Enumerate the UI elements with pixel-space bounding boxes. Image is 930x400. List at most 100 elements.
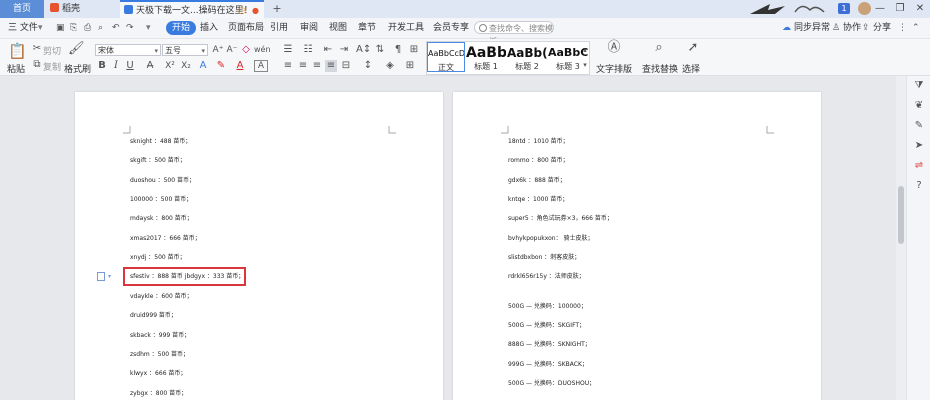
find-replace-button[interactable]: 查找替换 (642, 62, 678, 75)
print-icon[interactable]: ⎙ (84, 21, 91, 35)
clear-format-icon[interactable]: ◇ (240, 44, 252, 56)
numbered-list-icon[interactable]: ☷ (302, 44, 314, 56)
line-spacing-icon[interactable]: ↕ (362, 60, 374, 72)
menu-references[interactable]: 引用 (270, 21, 288, 35)
cut-button[interactable]: 剪切 (43, 44, 61, 57)
style-scroll-up-icon[interactable]: ▴ (582, 44, 588, 56)
align-right-icon[interactable]: ≡ (311, 60, 323, 72)
format-painter-button[interactable]: 格式刷 (64, 62, 91, 75)
paragraph-handle-icon[interactable] (97, 272, 105, 281)
file-menu-arrow-icon[interactable]: ▾ (38, 21, 43, 35)
style-normal[interactable]: AaBbCcDd 正文 (427, 42, 465, 72)
sort-icon[interactable]: ⇅ (374, 44, 386, 56)
outdent-icon[interactable]: ⇤ (322, 44, 334, 56)
justify-icon[interactable]: ≡ (325, 60, 337, 72)
save-icon[interactable]: ▣ (56, 21, 65, 35)
share-icon: ⇪ (862, 23, 870, 33)
paste-icon[interactable]: 📋 (8, 43, 27, 59)
tab-home[interactable]: 首页 (0, 0, 44, 18)
export-pdf-icon[interactable]: ⎘ (70, 21, 77, 35)
borders-icon[interactable]: ⊞ (404, 60, 416, 72)
style-heading-2[interactable]: AaBb(标题 2 (507, 42, 547, 72)
text-effect-icon[interactable]: A (196, 60, 210, 72)
font-size-select[interactable]: 五号 ▾ (162, 44, 208, 56)
collab-button[interactable]: 协作 (843, 21, 861, 35)
style-pane-icon[interactable]: ❦ (913, 100, 925, 112)
menu-insert[interactable]: 插入 (200, 21, 218, 35)
font-color-icon[interactable]: A (234, 60, 246, 72)
paste-button[interactable]: 粘贴 (7, 62, 25, 75)
superscript-icon[interactable]: X² (164, 60, 176, 72)
style-more-icon[interactable]: ▾ (582, 59, 588, 71)
search-input[interactable]: 查找命令、搜索模板 (474, 21, 554, 46)
shrink-font-icon[interactable]: A⁻ (226, 44, 238, 56)
distributed-align-icon[interactable]: ⊟ (340, 60, 352, 72)
quick-access-arrow-icon[interactable]: ▾ (146, 21, 151, 35)
bold-icon[interactable]: B (97, 60, 107, 72)
doc-line-left: mdaysk ：800 苗币； (130, 215, 193, 222)
menu-page-layout[interactable]: 页面布局 (228, 21, 264, 35)
vertical-scrollbar[interactable] (896, 76, 906, 400)
text-layout-button[interactable]: 文字排版 (596, 62, 632, 75)
find-replace-icon[interactable]: ⌕ (651, 41, 667, 54)
menu-member[interactable]: 会员专享 (433, 21, 469, 35)
scrollbar-thumb[interactable] (898, 186, 904, 244)
menu-home[interactable]: 开始 (166, 21, 197, 35)
menu-developer[interactable]: 开发工具 (388, 21, 424, 35)
chinese-layout-icon[interactable]: A↕ (356, 44, 371, 56)
cut-icon[interactable]: ✂ (32, 43, 42, 55)
show-marks-icon[interactable]: ¶ (392, 44, 404, 56)
menu-review[interactable]: 审阅 (300, 21, 318, 35)
menu-view[interactable]: 视图 (329, 21, 347, 35)
help-icon[interactable]: ? (913, 180, 925, 192)
minimize-button[interactable]: — (870, 0, 890, 18)
undo-icon[interactable]: ↶ (112, 21, 120, 35)
cursor-select-icon[interactable]: ➚ (686, 41, 700, 54)
highlight-icon[interactable]: ✎ (214, 60, 228, 72)
redo-icon[interactable]: ↷ (126, 21, 134, 35)
subscript-icon[interactable]: X₂ (180, 60, 192, 72)
filter-icon[interactable]: ⧩ (913, 80, 925, 92)
paragraph-handle-arrow-icon[interactable]: ▾ (108, 273, 111, 281)
align-left-icon[interactable]: ≡ (282, 60, 294, 72)
file-menu[interactable]: 三 文件 (8, 21, 38, 35)
tab-document-label: 天极下载一文...操码在这里！ (136, 6, 253, 16)
adjust-icon[interactable]: ⇌ (913, 160, 925, 172)
style-heading-1[interactable]: AaBb 标题 1 (466, 42, 506, 72)
strikethrough-icon[interactable]: A̶ (144, 60, 156, 72)
close-button[interactable]: ✕ (910, 0, 930, 18)
copy-icon[interactable]: ⧉ (32, 59, 42, 71)
doc-line-right: slistdbxbon ：刺客皮肤； (508, 254, 581, 261)
select-button[interactable]: 选择 (682, 62, 700, 75)
more-icon[interactable]: ⋮ (898, 21, 907, 35)
grow-font-icon[interactable]: A⁺ (212, 44, 224, 56)
paragraph-marks-icon[interactable]: ⊞ (408, 44, 420, 56)
text-layout-icon[interactable]: Ⓐ (606, 41, 622, 54)
notification-badge[interactable]: 1 (838, 3, 850, 14)
pointer-icon[interactable]: ➤ (913, 140, 925, 152)
collapse-ribbon-icon[interactable]: ⌃ (912, 21, 920, 35)
maximize-button[interactable]: ❐ (890, 0, 910, 18)
print-preview-icon[interactable]: ⌕ (98, 21, 103, 35)
indent-icon[interactable]: ⇥ (338, 44, 350, 56)
font-name-select[interactable]: 宋体 ▾ (95, 44, 161, 56)
underline-icon[interactable]: U (125, 60, 135, 72)
sync-status[interactable]: 同步异常 (794, 21, 830, 35)
italic-icon[interactable]: I (111, 60, 121, 72)
tab-docer[interactable]: 稻壳 (46, 0, 118, 18)
doc-line-left: skgift ：500 苗币； (130, 157, 186, 164)
share-button[interactable]: 分享 (873, 21, 891, 35)
tab-document[interactable]: 天极下载一文...操码在这里！ ◷ ● (120, 0, 264, 18)
shading-icon[interactable]: ◈ (384, 60, 396, 72)
copy-button[interactable]: 复制 (43, 60, 61, 73)
doc-line-left: zybgx ：800 苗币； (130, 390, 188, 397)
bullet-list-icon[interactable]: ☰ (282, 44, 294, 56)
new-tab-button[interactable]: + (270, 0, 284, 18)
align-center-icon[interactable]: ≡ (297, 60, 309, 72)
pinyin-icon[interactable]: wén (254, 44, 271, 56)
char-border-icon[interactable]: A (254, 60, 268, 72)
menu-section[interactable]: 章节 (358, 21, 376, 35)
pen-icon[interactable]: ✎ (913, 120, 925, 132)
format-painter-icon[interactable]: 🖌 (68, 42, 85, 55)
doc-line-right: gdx6k ：888 苗币； (508, 177, 566, 184)
